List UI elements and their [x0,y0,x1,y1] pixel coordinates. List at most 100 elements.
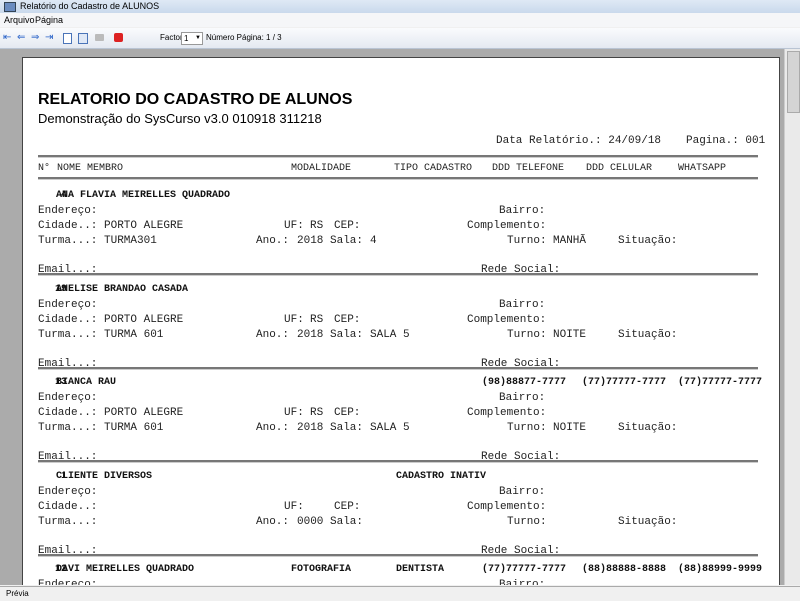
report-page: RELATORIO DO CADASTRO DE ALUNOS Demonstr… [22,57,780,585]
turma-label: Turma...: [38,328,98,341]
endereco-label: Endereço: [38,205,98,217]
close-report-icon[interactable] [114,33,123,42]
record-celular: (77)77777-7777 [582,377,667,388]
uf-label: UF: [284,500,304,513]
status-text: Prévia [6,589,29,598]
sala-label: Sala: [330,515,364,528]
turno-label: Turno: [507,235,547,247]
record-divider [38,553,758,557]
uf-label: UF: [284,313,304,326]
turma-label: Turma...: [38,235,98,247]
bairro-label: Bairro: [499,485,546,498]
cidade-label: Cidade..: [38,313,98,326]
single-page-icon[interactable] [63,33,72,44]
record-whatsapp: (77)77777-7777 [678,377,763,388]
page-number: Número Página: 1 / 3 [206,33,282,42]
factor-value: 1 [184,34,189,43]
ano-label: Ano.: [256,235,290,247]
record-tipo: CADASTRO INATIV [396,470,487,482]
uf-label: UF: [284,220,304,232]
record-ano: 2018 [297,235,324,247]
record-sala: 4 [370,235,377,247]
menu-arquivo[interactable]: Arquivo [4,13,35,27]
complemento-label: Complemento: [467,407,547,419]
record-name: ANELISE BRANDAO CASADA [56,283,189,295]
cidade-label: Cidade..: [38,220,98,232]
sala-label: Sala: [330,235,364,247]
ano-label: Ano.: [256,422,290,434]
col-num: N° [38,163,51,174]
record-cidade: PORTO ALEGRE [104,220,184,232]
record-turma: TURMA 601 [104,422,164,434]
status-bar: Prévia [0,586,800,601]
vertical-scrollbar[interactable] [784,49,800,585]
col-celular: DDD CELULAR [586,163,653,174]
ano-label: Ano.: [256,328,290,341]
bairro-label: Bairro: [499,205,546,217]
bairro-label: Bairro: [499,579,546,585]
title-bar: Relatório do Cadastro de ALUNOS [0,0,800,13]
scrollbar-thumb[interactable] [787,51,800,113]
col-tipo: TIPO CADASTRO [394,163,473,174]
situacao-label: Situação: [618,422,678,434]
report-subtitle: Demonstração do SysCurso v3.0 010918 311… [38,111,322,126]
record-cidade: PORTO ALEGRE [104,407,184,419]
factor-select[interactable]: 1 ▼ [181,32,203,45]
complemento-label: Complemento: [467,500,547,513]
record-name: BIANCA RAU [56,377,117,388]
record-turno: NOITE [553,422,587,434]
window-title: Relatório do Cadastro de ALUNOS [20,1,160,11]
col-telefone: DDD TELEFONE [492,163,565,174]
col-whatsapp: WHATSAPP [678,163,727,174]
record-telefone: (77)77777-7777 [482,564,567,575]
cep-label: CEP: [334,220,361,232]
toolbar: ⇤ ⇐ ⇒ ⇥ Factor: 1 ▼ Número Página: 1 / 3 [0,28,800,49]
situacao-label: Situação: [618,328,678,341]
record-telefone: (98)88877-7777 [482,377,567,388]
record-whatsapp: (88)88999-9999 [678,564,763,575]
endereco-label: Endereço: [38,579,98,585]
uf-label: UF: [284,407,304,419]
report-date: Data Relatório.: 24/09/18 [496,135,662,147]
prev-page-icon[interactable]: ⇐ [17,28,25,48]
record-turno: MANHÃ [553,235,587,247]
menu-pagina[interactable]: Página [35,13,63,27]
complemento-label: Complemento: [467,313,547,326]
divider [38,177,758,180]
app-icon [4,2,16,12]
record-uf: RS [310,407,324,419]
record-tipo: DENTISTA [396,564,445,575]
record-celular: (88)88888-8888 [582,564,667,575]
col-name: NOME MEMBRO [57,163,124,174]
situacao-label: Situação: [618,235,678,247]
cep-label: CEP: [334,313,361,326]
turno-label: Turno: [507,515,547,528]
record-modalidade: FOTOGRAFIA [291,564,352,575]
report-title: RELATORIO DO CADASTRO DE ALUNOS [38,91,353,108]
record-sala: SALA 5 [370,328,410,341]
record-name: CLIENTE DIVERSOS [56,470,153,482]
turma-label: Turma...: [38,515,98,528]
first-page-icon[interactable]: ⇤ [3,28,11,48]
next-page-icon[interactable]: ⇒ [31,28,39,48]
record-uf: RS [310,220,324,232]
turno-label: Turno: [507,422,547,434]
record-name: DAVI MEIRELLES QUADRADO [56,564,195,575]
record-uf: RS [310,313,324,326]
sala-label: Sala: [330,328,364,341]
record-name: ANA FLAVIA MEIRELLES QUADRADO [56,190,231,201]
cep-label: CEP: [334,407,361,419]
print-icon[interactable] [95,34,104,41]
cep-label: CEP: [334,500,361,513]
endereco-label: Endereço: [38,298,98,311]
menu-bar: Arquivo Página [0,13,800,27]
endereco-label: Endereço: [38,392,98,404]
record-sala: SALA 5 [370,422,410,434]
bairro-label: Bairro: [499,298,546,311]
chevron-down-icon: ▼ [195,35,201,41]
endereco-label: Endereço: [38,485,98,498]
two-page-icon[interactable] [78,33,88,44]
last-page-icon[interactable]: ⇥ [45,28,53,48]
report-page-number: Pagina.: 001 [686,135,766,147]
record-divider [38,460,758,463]
